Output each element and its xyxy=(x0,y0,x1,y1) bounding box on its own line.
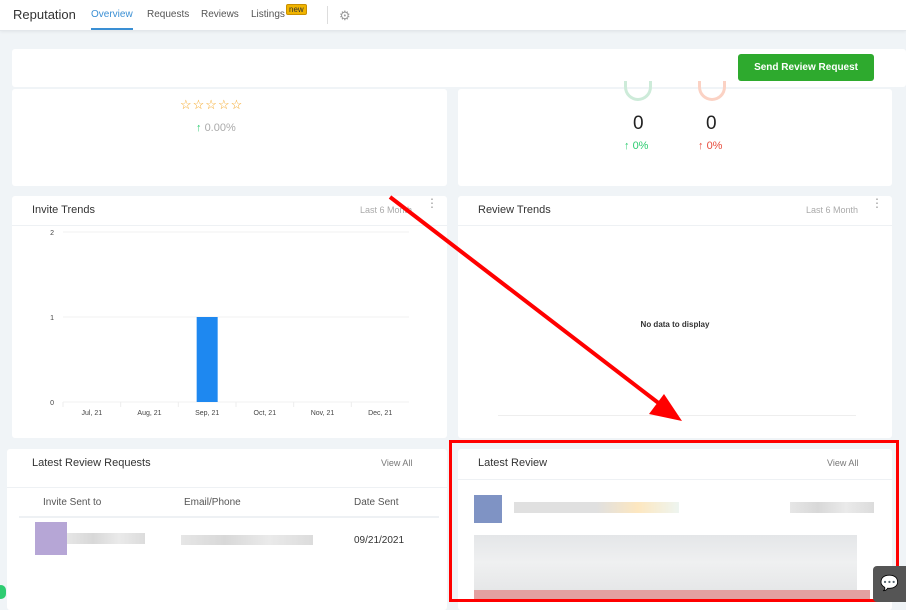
invite-trends-chart: 0 1 2 Jul, 21 Aug, 21 Sep, 21 Oct, 21 Nov, 21 De… xyxy=(50,230,409,417)
x-tick-label: Aug, 21 xyxy=(137,410,161,417)
review-trends-title: Review Trends xyxy=(478,204,551,216)
rating-card: ☆☆☆☆☆ ↑ 0.00% xyxy=(12,89,447,186)
rating-change-value: 0.00% xyxy=(204,122,236,134)
app-title: Reputation xyxy=(13,7,76,22)
x-tick-label: Nov, 21 xyxy=(311,410,335,417)
tab-overview[interactable]: Overview xyxy=(91,9,133,30)
smile-icon xyxy=(624,81,652,101)
review-trends-card: Review Trends Last 6 Month ⋮ No data to … xyxy=(458,196,892,438)
new-badge: new xyxy=(286,4,307,15)
tab-listings[interactable]: Listings xyxy=(251,9,285,20)
side-toggle[interactable] xyxy=(0,585,6,599)
top-nav: Reputation Overview Requests Reviews Lis… xyxy=(0,0,906,31)
positive-count: 0 xyxy=(633,113,644,134)
frown-icon xyxy=(698,81,726,101)
divider xyxy=(19,516,439,518)
invite-trends-card: Invite Trends Last 6 Month ⋮ 0 1 2 Jul, 21 A… xyxy=(12,196,447,438)
gear-icon[interactable]: ⚙ xyxy=(339,8,351,24)
axis-line xyxy=(498,415,856,416)
range-select[interactable]: Last 6 Month xyxy=(806,205,858,215)
x-tick-label: Jul, 21 xyxy=(82,410,103,417)
more-icon[interactable]: ⋮ xyxy=(871,197,883,209)
chat-icon[interactable]: 💬 xyxy=(873,566,906,602)
tab-requests[interactable]: Requests xyxy=(147,9,189,20)
bar xyxy=(196,317,218,402)
sentiment-card: 0 0 ↑ 0% ↑ 0% xyxy=(458,81,892,186)
date-sent: 09/21/2021 xyxy=(354,535,405,546)
column-header: Date Sent xyxy=(354,497,399,508)
positive-change: ↑ 0% xyxy=(624,140,649,152)
negative-count: 0 xyxy=(706,113,717,134)
x-tick-label: Dec, 21 xyxy=(368,410,392,417)
column-header: Invite Sent to xyxy=(43,497,102,508)
x-tick-label: Sep, 21 xyxy=(195,410,219,417)
positive-change-value: 0% xyxy=(632,140,649,152)
arrow-up-icon: ↑ xyxy=(196,122,202,134)
divider xyxy=(7,487,447,488)
y-tick-label: 1 xyxy=(50,315,54,322)
divider xyxy=(458,225,892,226)
divider xyxy=(327,6,328,24)
redacted-email xyxy=(181,535,313,545)
latest-requests-title: Latest Review Requests xyxy=(32,457,151,469)
latest-requests-card: Latest Review Requests View All Invite S… xyxy=(7,449,447,610)
view-all-link[interactable]: View All xyxy=(381,458,412,468)
annotation-box xyxy=(449,440,899,602)
column-header: Email/Phone xyxy=(184,497,241,508)
x-tick-label: Oct, 21 xyxy=(254,410,277,417)
star-rating-icons: ☆☆☆☆☆ xyxy=(180,97,244,112)
empty-message: No data to display xyxy=(640,320,710,329)
y-tick-label: 0 xyxy=(50,400,54,407)
send-review-request-button[interactable]: Send Review Request xyxy=(738,54,874,81)
negative-change-value: 0% xyxy=(706,140,723,152)
y-tick-label: 2 xyxy=(50,230,54,237)
redacted-name xyxy=(67,533,145,544)
rating-change: ↑ 0.00% xyxy=(196,122,236,134)
avatar xyxy=(35,522,67,555)
tab-reviews[interactable]: Reviews xyxy=(201,9,239,20)
action-bar: Send Review Request xyxy=(12,49,906,87)
negative-change: ↑ 0% xyxy=(698,140,723,152)
